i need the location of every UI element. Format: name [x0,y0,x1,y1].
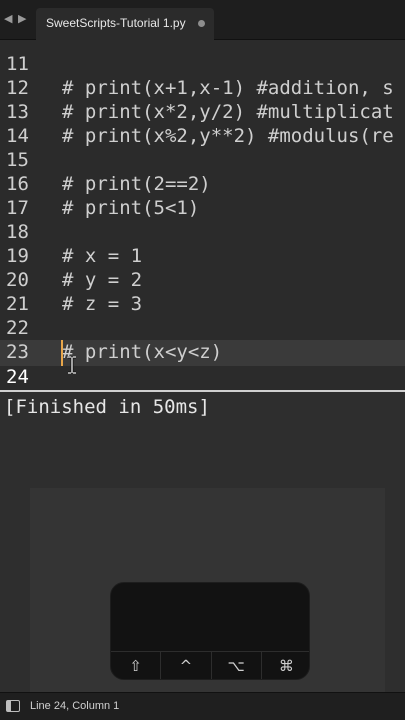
tab-bar: ◀ ▶ SweetScripts-Tutorial 1.py [0,0,405,40]
code-line[interactable]: 17 [0,172,405,219]
code-line[interactable]: 13 # print(x%2,y**2) #modulus(re [0,76,405,147]
code-line[interactable]: 12 # print(x*2,y/2) #multiplicat [0,52,405,123]
status-bar: Line 24, Column 1 [0,692,405,720]
nav-arrows: ◀ ▶ [4,12,28,26]
cursor-position[interactable]: Line 24, Column 1 [30,700,119,712]
code-line[interactable]: 20 # z = 3 [0,244,405,315]
modifier-keys-row: ⇧ ^ ⌥ ⌘ [111,651,309,679]
code-line[interactable]: 25 [0,365,405,389]
panel-toggle-icon[interactable] [6,700,20,712]
code-editor[interactable]: 11 # print(x+1,x-1) #addition, s 12 # pr… [0,40,405,390]
build-output-text: [Finished in 50ms] [4,396,210,418]
code-line[interactable]: 11 # print(x+1,x-1) #addition, s [0,40,405,99]
code-line[interactable]: 23 [0,316,405,363]
shift-key-icon[interactable]: ⇧ [111,652,160,679]
forward-arrow-icon[interactable]: ▶ [18,12,28,26]
command-key-icon[interactable]: ⌘ [260,652,309,679]
back-arrow-icon[interactable]: ◀ [4,12,14,26]
control-key-icon[interactable]: ^ [160,652,210,679]
code-line[interactable]: 21 [0,268,405,315]
code-line[interactable]: 14 [0,100,405,147]
ibeam-cursor-icon [67,356,77,374]
code-line[interactable]: 22 # print(x<y<z) [0,292,405,363]
text-caret [61,340,63,366]
code-line[interactable]: 16 # print(5<1) [0,148,405,219]
modifier-keyboard-overlay: ⇧ ^ ⌥ ⌘ [110,582,310,680]
code-line[interactable]: 15 # print(2==2) [0,124,405,195]
file-tab[interactable]: SweetScripts-Tutorial 1.py [36,8,214,40]
option-key-icon[interactable]: ⌥ [210,652,261,679]
tab-title: SweetScripts-Tutorial 1.py [46,16,186,30]
unsaved-dot-icon[interactable] [198,20,205,27]
code-line[interactable]: 19 # y = 2 [0,220,405,291]
code-line[interactable]: 18 # x = 1 [0,196,405,267]
